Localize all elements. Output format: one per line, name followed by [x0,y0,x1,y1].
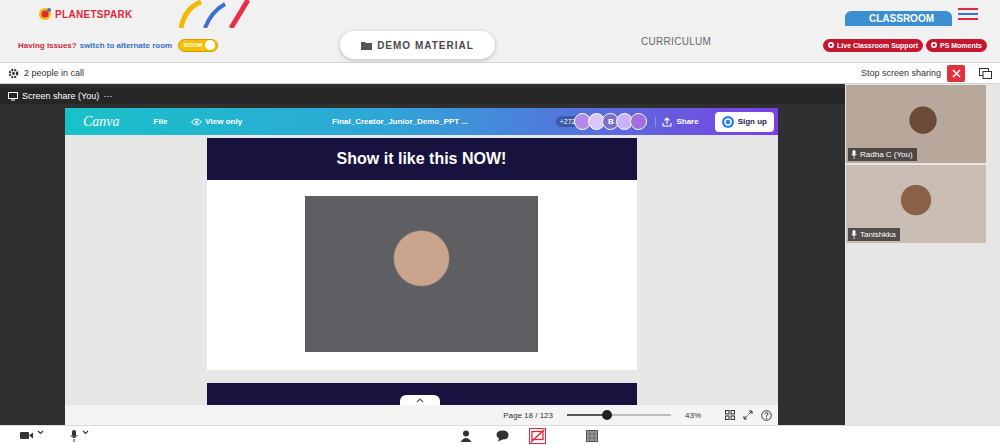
room-toggle[interactable]: ROOM [178,39,218,52]
canva-logo[interactable]: Canva [83,114,120,130]
participant-tile[interactable]: Tanishkka [846,165,986,243]
participant-name: Radha C (You) [860,150,913,159]
stop-sharing-label[interactable]: Stop screen sharing [861,68,941,78]
view-only-label: View only [205,117,242,126]
grid-view-icon[interactable] [725,410,735,420]
fullscreen-icon[interactable] [743,410,753,420]
header-pill[interactable]: PS Moments [926,39,987,52]
classroom-tab[interactable]: CLASSROOM [845,11,952,26]
demo-material-label: DEMO MATERIAL [377,40,474,51]
slide-body [207,180,637,370]
slide-photo [305,196,538,352]
hamburger-menu-icon[interactable] [958,7,978,21]
support-pills: Live Classroom Support PS Moments [823,39,987,52]
pill-dot-icon [931,42,937,48]
participant-label: Tanishkka [848,228,900,241]
participants-column: Radha C (You) Tanishkka [845,84,1000,425]
toggle-knob [205,40,215,50]
zoom-thumb[interactable] [602,410,612,420]
eye-icon [191,118,202,126]
slide-title: Show it like this NOW! [207,138,637,180]
collapse-toggle[interactable] [400,395,440,405]
participant-tile[interactable]: Radha C (You) [846,85,986,163]
camera-icon[interactable] [20,431,33,440]
screen-share-off-icon[interactable] [529,428,546,444]
canva-menu-item[interactable]: File [154,117,168,126]
planetspark-logo[interactable]: PLANETSPARK [55,9,133,20]
gear-icon[interactable] [8,68,19,79]
bottom-toolbar [0,425,1000,445]
participants-icon[interactable] [460,430,472,442]
main-area: Screen share (You) ··· Canva File View only F… [0,84,1000,425]
planetspark-logo-icon[interactable] [38,7,52,21]
collaborator-avatars[interactable]: +272B [556,113,648,130]
canva-badge-icon [722,116,734,128]
issues-notice: Having issues?switch to alternate room RO… [0,39,340,52]
stop-sharing-button[interactable] [947,65,965,82]
screen-share-label: Screen share (You) [22,91,99,101]
canva-viewer: Canva File View only Final_Creator_Junior_D… [65,108,778,425]
slide-column: Show it like this NOW! [207,138,637,405]
more-options[interactable]: ··· [103,91,112,101]
monitor-icon [8,92,18,101]
grid-apps-icon[interactable] [586,430,598,442]
canva-bottom-bar: Page 18 / 123 43% [65,405,778,425]
chevron-down-icon[interactable] [82,430,89,435]
canva-top-bar: Canva File View only Final_Creator_Junior_D… [65,108,778,135]
share-arrow-icon [662,117,672,127]
header-second-row: Having issues?switch to alternate room RO… [0,28,1000,62]
top-header: PLANETSPARK CLASSROOM Having issues?switch… [0,0,1000,62]
header-top-row: PLANETSPARK CLASSROOM [0,0,1000,28]
share-label: Share [676,117,698,126]
issues-text: Having issues? [18,41,77,50]
header-pill[interactable]: Live Classroom Support [823,39,923,52]
zoom-slider[interactable] [567,414,671,416]
call-bar: 2 people in call Stop screen sharing [0,62,1000,84]
avatar [630,113,647,130]
chevron-down-icon[interactable] [37,430,44,435]
pill-label: Live Classroom Support [837,42,918,49]
screen-share-title: Screen share (You) ··· [0,88,845,104]
participant-label: Radha C (You) [848,148,917,161]
room-toggle-label: ROOM [181,42,205,48]
people-count: 2 people in call [24,68,84,78]
sign-up-button[interactable]: Sign up [715,112,774,132]
screen-share-panel: Screen share (You) ··· Canva File View only F… [0,84,845,425]
pill-dot-icon [828,42,834,48]
decorative-arcs-icon [175,0,265,28]
view-only-badge[interactable]: View only [191,117,242,126]
chat-icon[interactable] [496,430,509,442]
page-indicator: Page 18 / 123 [503,411,553,420]
folder-icon [361,41,372,50]
participant-name: Tanishkka [860,230,896,239]
zoom-reading: 43% [685,411,701,420]
curriculum-tab[interactable]: CURRICULUM [641,36,823,55]
sign-up-label: Sign up [738,117,767,126]
microphone-icon [851,150,857,159]
pill-label: PS Moments [940,42,982,49]
microphone-icon [851,230,857,239]
slide-canvas: Show it like this NOW! [65,135,778,405]
zoom-fill [567,414,607,416]
switch-layout-icon[interactable] [979,68,992,79]
switch-room-link[interactable]: switch to alternate room [80,41,172,50]
demo-material-button[interactable]: DEMO MATERIAL [340,31,495,59]
help-icon[interactable] [761,410,772,421]
share-button[interactable]: Share [655,117,704,127]
microphone-icon[interactable] [70,430,78,442]
document-title[interactable]: Final_Creator_Junior_Demo_PPT ... [332,117,468,126]
